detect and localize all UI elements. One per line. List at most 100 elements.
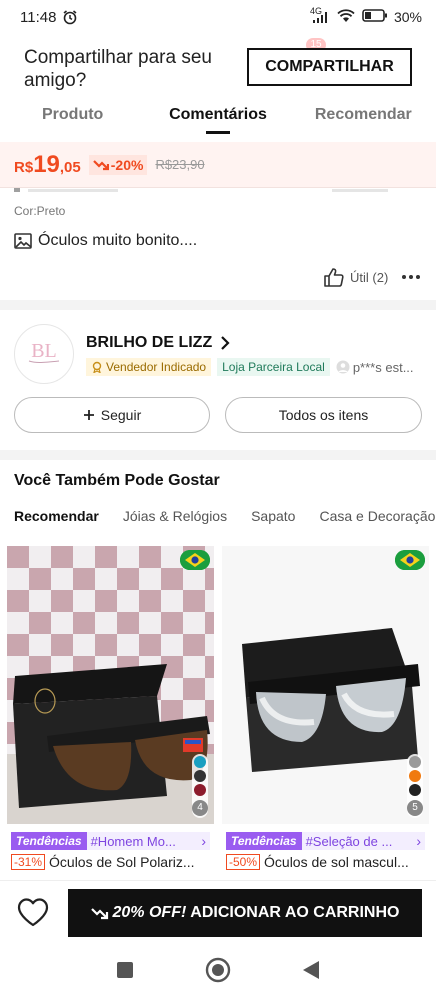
recent-apps-button[interactable] bbox=[116, 961, 134, 984]
add-to-cart-label: ADICIONAR AO CARRINHO bbox=[190, 904, 400, 921]
all-items-button[interactable]: Todos os itens bbox=[225, 397, 422, 433]
bottom-action-bar: 20% OFF! ADICIONAR AO CARRINHO bbox=[0, 880, 436, 944]
thumbs-up-icon bbox=[324, 268, 344, 287]
trend-row[interactable]: Tendências #Seleção de ... › bbox=[226, 832, 425, 850]
tab-recomendar[interactable]: Recomendar bbox=[291, 96, 436, 138]
plus-icon bbox=[83, 410, 94, 420]
review-header-cutoff bbox=[14, 188, 388, 192]
color-swatch-2 bbox=[409, 770, 421, 782]
follow-label: Seguir bbox=[100, 407, 142, 423]
trend-row[interactable]: Tendências #Homem Mo... › bbox=[11, 832, 210, 850]
color-swatch-1 bbox=[194, 756, 206, 768]
cart-promo: 20% OFF! bbox=[112, 904, 187, 921]
store-logo[interactable]: BL bbox=[14, 324, 74, 384]
discount-value: -20% bbox=[110, 156, 144, 173]
follow-button[interactable]: Seguir bbox=[14, 397, 210, 433]
user-avatar-icon bbox=[336, 360, 350, 374]
alarm-icon bbox=[62, 9, 78, 25]
color-swatches: 4 bbox=[192, 754, 208, 818]
image-icon bbox=[14, 233, 32, 249]
product-card[interactable]: 5 Tendências #Seleção de ... › -50% Ócul… bbox=[222, 546, 429, 880]
sunglasses-photo bbox=[222, 546, 429, 824]
color-swatches: 5 bbox=[407, 754, 423, 818]
recommendations-title: Você Também Pode Gostar bbox=[14, 472, 220, 489]
recommendation-tabs: Recomendar Jóias & Relógios Sapato Casa … bbox=[14, 508, 436, 530]
product-image[interactable]: 5 bbox=[222, 546, 429, 824]
follower-info: p***s est... bbox=[336, 360, 414, 375]
original-price: R$23,90 bbox=[155, 157, 205, 172]
trend-down-icon bbox=[90, 907, 108, 919]
share-prompt-text: Compartilhar para seu amigo? bbox=[24, 47, 212, 91]
trend-tag: Tendências bbox=[11, 832, 87, 850]
share-header: 15 Compartilhar para seu amigo? COMPARTI… bbox=[0, 34, 436, 96]
product-tabs: Produto Comentários Recomendar bbox=[0, 96, 436, 138]
section-divider bbox=[0, 300, 436, 310]
trend-text: #Seleção de ... bbox=[305, 833, 393, 849]
product-name: Óculos de Sol Polariz... bbox=[49, 854, 195, 870]
color-count: 5 bbox=[407, 800, 423, 816]
rec-tab-recomendar[interactable]: Recomendar bbox=[14, 508, 99, 530]
status-bar: 11:48 4G 30% bbox=[0, 0, 436, 34]
product-discount: -50% bbox=[226, 854, 261, 870]
local-partner-badge: Loja Parceira Local bbox=[217, 358, 330, 376]
color-swatch-1 bbox=[409, 756, 421, 768]
store-section: BL BRILHO DE LIZZ Vendedor Indicado Loja… bbox=[0, 310, 436, 450]
review-color-label: Cor:Preto bbox=[14, 204, 66, 218]
sunglasses-photo bbox=[7, 546, 214, 824]
rec-tab-casa-decoracao[interactable]: Casa e Decoração bbox=[319, 508, 435, 530]
product-name-row: -31% Óculos de Sol Polariz... bbox=[11, 854, 210, 870]
back-button[interactable] bbox=[302, 960, 320, 985]
tab-produto[interactable]: Produto bbox=[0, 96, 145, 138]
store-logo-text: BL bbox=[31, 340, 57, 362]
product-name-row: -50% Óculos de sol mascul... bbox=[226, 854, 425, 870]
section-divider bbox=[0, 450, 436, 460]
recommended-seller-badge: Vendedor Indicado bbox=[86, 358, 212, 376]
brazil-flag-icon bbox=[395, 550, 425, 570]
follower-text: p***s est... bbox=[352, 359, 414, 375]
trend-down-icon bbox=[92, 159, 109, 170]
heart-icon[interactable] bbox=[16, 897, 50, 932]
tab-comentarios[interactable]: Comentários bbox=[145, 96, 290, 138]
wifi-icon bbox=[336, 8, 356, 26]
trend-tag: Tendências bbox=[226, 832, 302, 850]
discount-badge: -20% bbox=[88, 154, 148, 175]
add-to-cart-button[interactable]: 20% OFF! ADICIONAR AO CARRINHO bbox=[68, 889, 422, 937]
battery-percent: 30% bbox=[393, 9, 422, 25]
chevron-right-icon bbox=[221, 336, 230, 350]
helpful-count: Útil (2) bbox=[350, 270, 389, 285]
status-icons: 4G 30% bbox=[310, 6, 422, 26]
network-label: 4G bbox=[309, 6, 322, 16]
price-decimal: ,05 bbox=[59, 159, 81, 176]
review-item: Cor:Preto Óculos muito bonito.... Útil (… bbox=[0, 188, 436, 300]
store-name-link[interactable]: BRILHO DE LIZZ bbox=[86, 334, 230, 352]
status-time: 11:48 bbox=[20, 8, 57, 26]
rec-tab-sapato[interactable]: Sapato bbox=[251, 508, 295, 530]
price-bar: R$ 19 ,05 -20% R$23,90 bbox=[0, 142, 436, 188]
trend-text: #Homem Mo... bbox=[90, 833, 176, 849]
product-discount: -31% bbox=[11, 854, 46, 870]
color-swatch-3 bbox=[409, 784, 421, 796]
price-currency: R$ bbox=[14, 159, 34, 176]
system-nav-bar bbox=[0, 944, 436, 1000]
medal-icon bbox=[92, 361, 102, 373]
store-badges: Vendedor Indicado Loja Parceira Local p*… bbox=[86, 358, 422, 376]
rec-tab-joias-relogios[interactable]: Jóias & Relógios bbox=[123, 508, 227, 530]
chevron-right-icon: › bbox=[201, 833, 206, 849]
color-swatch-3 bbox=[194, 784, 206, 796]
product-name: Óculos de sol mascul... bbox=[264, 854, 409, 870]
product-card[interactable]: 4 Tendências #Homem Mo... › -31% Óculos … bbox=[7, 546, 214, 880]
home-button[interactable] bbox=[205, 957, 231, 988]
battery-icon bbox=[362, 9, 388, 25]
helpful-button[interactable]: Útil (2) bbox=[324, 268, 388, 287]
product-image[interactable]: 4 bbox=[7, 546, 214, 824]
review-text: Óculos muito bonito.... bbox=[38, 232, 198, 249]
review-more-icon[interactable] bbox=[402, 275, 420, 279]
chevron-right-icon: › bbox=[416, 833, 421, 849]
share-button[interactable]: COMPARTILHAR bbox=[247, 48, 412, 86]
price-integer: 19 bbox=[33, 150, 60, 178]
review-text-row: Óculos muito bonito.... bbox=[14, 232, 197, 250]
store-name: BRILHO DE LIZZ bbox=[86, 334, 213, 351]
signal-icon: 4G bbox=[310, 6, 330, 24]
recommended-seller-label: Vendedor Indicado bbox=[106, 360, 207, 374]
color-count: 4 bbox=[192, 800, 208, 816]
